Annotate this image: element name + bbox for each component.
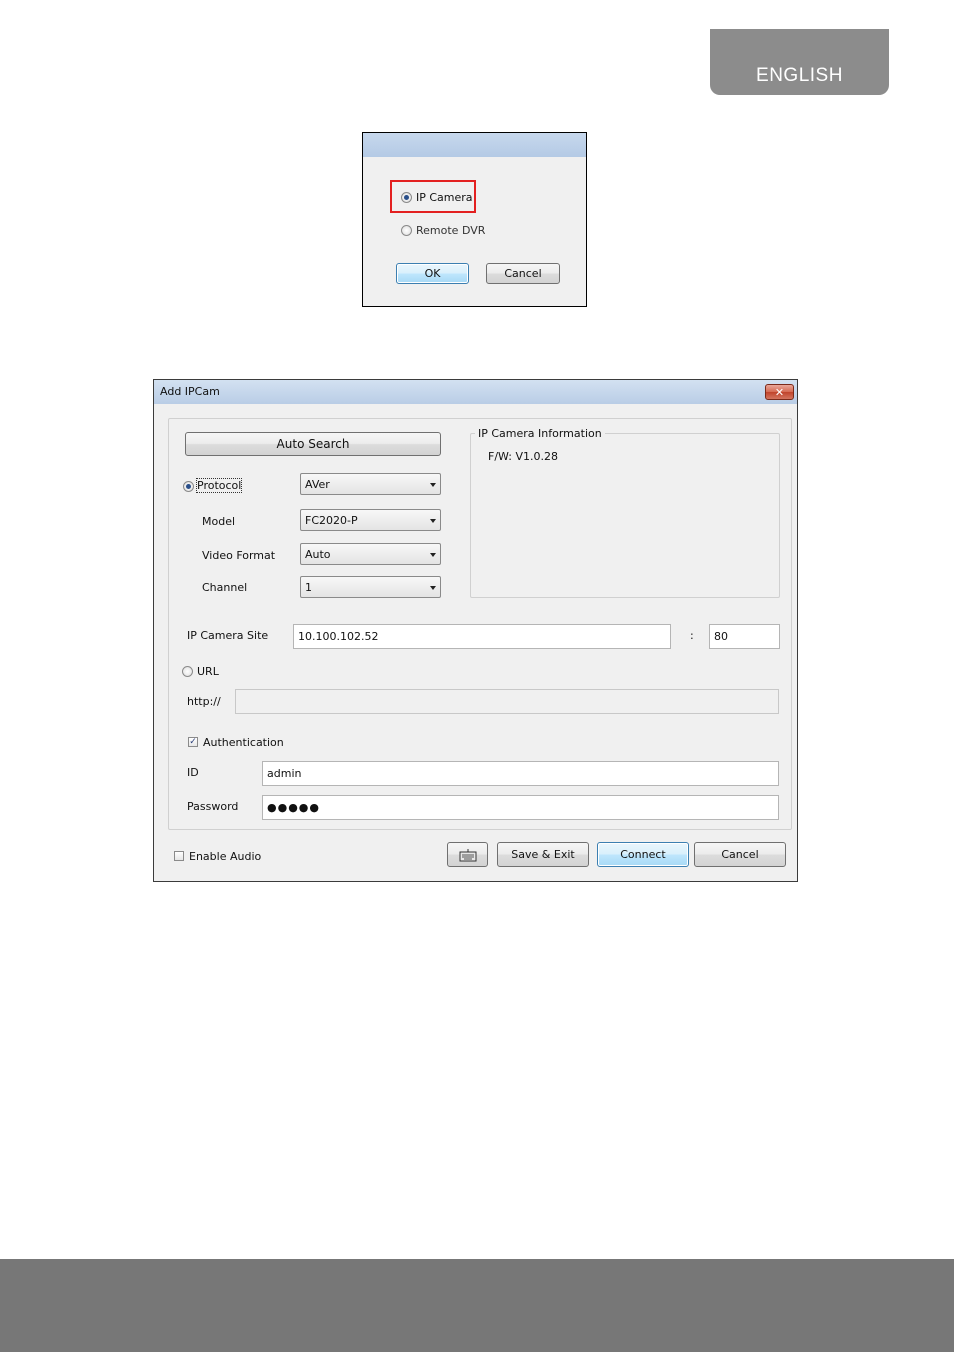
- language-tab: ENGLISH: [710, 29, 889, 95]
- keyboard-icon: [459, 848, 476, 861]
- connect-button[interactable]: Connect: [597, 842, 689, 867]
- authentication-label: Authentication: [203, 736, 284, 749]
- close-icon: ✕: [774, 385, 785, 399]
- footer-bar: [0, 1259, 954, 1352]
- port-separator: :: [690, 629, 694, 642]
- id-input[interactable]: admin: [262, 761, 779, 786]
- firmware-version: F/W: V1.0.28: [488, 450, 558, 463]
- port-input[interactable]: 80: [709, 624, 780, 649]
- protocol-value: AVer: [305, 478, 330, 491]
- enable-audio-checkbox[interactable]: [174, 851, 184, 861]
- model-select[interactable]: FC2020-P: [300, 509, 441, 531]
- url-radio[interactable]: [182, 666, 193, 677]
- add-ipcam-dialog: Add IPCam ✕ Auto Search IP Camera Inform…: [153, 379, 798, 882]
- keyboard-button[interactable]: [447, 842, 488, 867]
- password-label: Password: [187, 800, 239, 813]
- model-value: FC2020-P: [305, 514, 358, 527]
- dialog-titlebar: [363, 133, 586, 157]
- enable-audio-label: Enable Audio: [189, 850, 262, 863]
- chevron-down-icon: [430, 553, 436, 557]
- channel-value: 1: [305, 581, 312, 594]
- save-exit-button[interactable]: Save & Exit: [497, 842, 589, 867]
- close-button[interactable]: ✕: [765, 384, 794, 400]
- chevron-down-icon: [430, 483, 436, 487]
- model-label: Model: [202, 515, 236, 528]
- auto-search-button[interactable]: Auto Search: [185, 432, 441, 456]
- url-input[interactable]: [235, 689, 779, 714]
- channel-select[interactable]: 1: [300, 576, 441, 598]
- video-format-select[interactable]: Auto: [300, 543, 441, 565]
- id-label: ID: [187, 766, 199, 779]
- ip-camera-site-input[interactable]: 10.100.102.52: [293, 624, 671, 649]
- ok-button[interactable]: OK: [396, 263, 469, 284]
- ip-camera-label: IP Camera: [416, 191, 473, 204]
- cancel-button[interactable]: Cancel: [694, 842, 786, 867]
- ip-camera-info-title: IP Camera Information: [475, 427, 605, 440]
- ip-camera-site-label: IP Camera Site: [187, 629, 269, 642]
- http-prefix-label: http://: [187, 695, 221, 708]
- authentication-checkbox[interactable]: ✓: [188, 737, 198, 747]
- video-format-label: Video Format: [202, 549, 276, 562]
- video-format-value: Auto: [305, 548, 331, 561]
- chevron-down-icon: [430, 519, 436, 523]
- protocol-select[interactable]: AVer: [300, 473, 441, 495]
- dialog-title: Add IPCam: [160, 385, 220, 398]
- channel-label: Channel: [202, 581, 248, 594]
- dialog-titlebar: Add IPCam ✕: [154, 380, 797, 404]
- protocol-label: Protocol: [195, 478, 243, 493]
- language-label: ENGLISH: [756, 65, 843, 86]
- password-input[interactable]: ●●●●●: [262, 795, 779, 820]
- remote-dvr-label: Remote DVR: [416, 224, 486, 237]
- protocol-radio[interactable]: [183, 481, 194, 492]
- cancel-button[interactable]: Cancel: [486, 263, 560, 284]
- url-label: URL: [197, 665, 219, 678]
- chevron-down-icon: [430, 586, 436, 590]
- remote-dvr-radio[interactable]: [401, 225, 412, 236]
- ip-camera-radio[interactable]: [401, 192, 412, 203]
- device-type-dialog: IP Camera Remote DVR OK Cancel: [362, 132, 587, 307]
